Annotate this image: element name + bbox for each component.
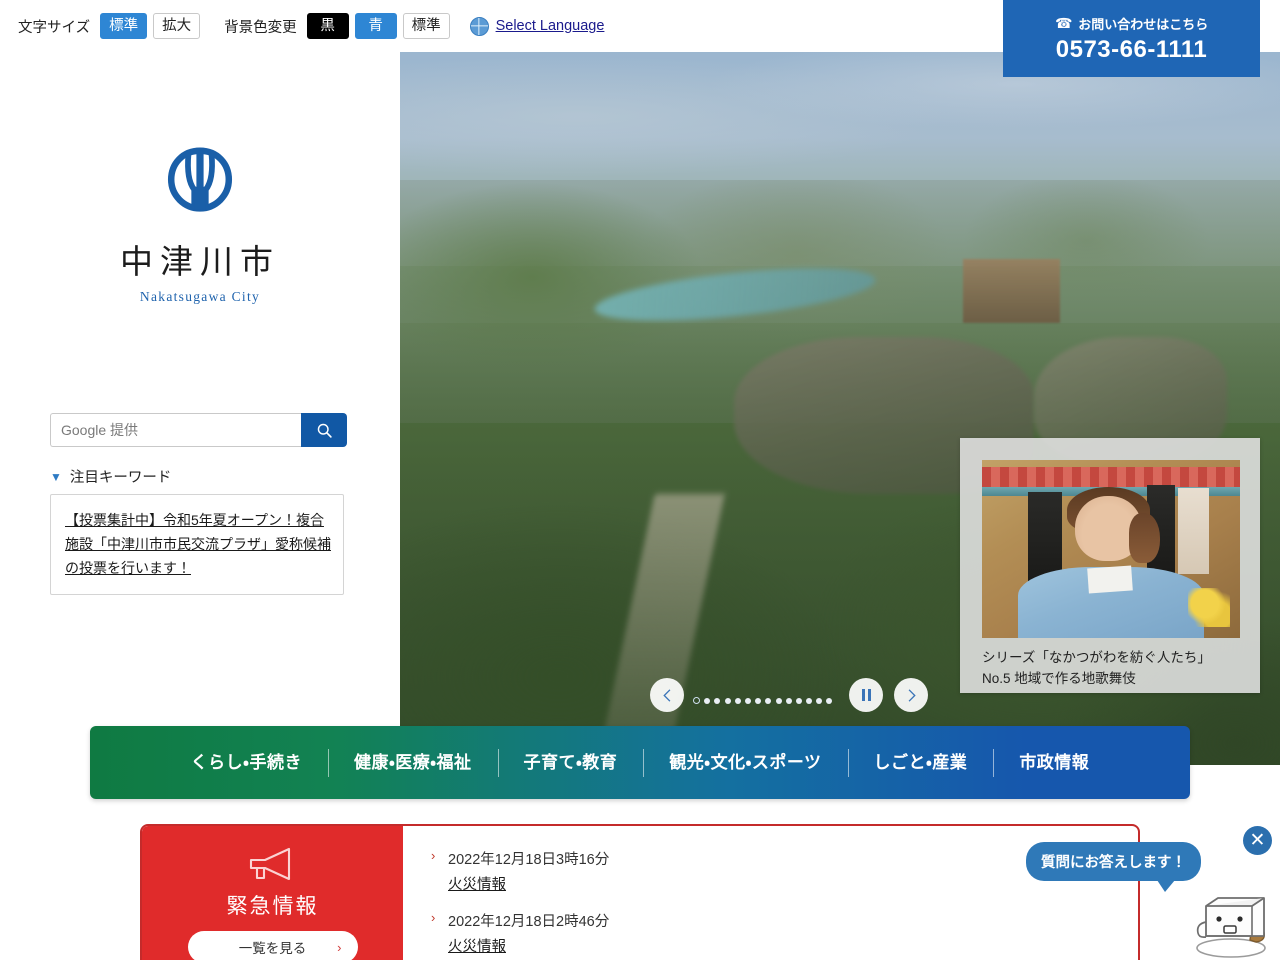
contact-heading: お問い合わせはこちら (1078, 16, 1209, 32)
chat-bubble[interactable]: 質問にお答えします！ (1026, 842, 1201, 892)
news-title-link[interactable]: 火災情報 (448, 935, 506, 956)
emergency-panel-header: 緊急情報 一覧を見る › (142, 826, 403, 960)
keyword-section-heading: ▼ 注目キーワード (50, 466, 171, 487)
select-language-label: Select Language (495, 18, 605, 34)
slideshow-dot-10[interactable] (785, 697, 792, 704)
hero-caption-line-1: シリーズ「なかつがわを紡ぐ人たち」 (982, 650, 1211, 665)
photo-person-collar (1086, 565, 1133, 594)
nakatsugawa-city-emblem-icon (167, 147, 233, 212)
tofu-mascot-icon (1196, 897, 1266, 958)
photo-roof-decor (982, 467, 1240, 487)
chevron-right-icon: › (431, 910, 436, 925)
search-input[interactable] (50, 413, 301, 447)
global-navigation: くらし・手続き 健康・医療・福祉 子育て・教育 観光・文化・スポーツ しごと・産業 市政情… (90, 726, 1190, 799)
gnav-item-3[interactable]: 観光・文化・スポーツ (643, 754, 847, 771)
gnav-item-1[interactable]: 健康・医療・福祉 (328, 754, 498, 771)
news-date: › 2022年12月18日2時46分 (431, 910, 610, 930)
site-name-en: Nakatsugawa City (139, 289, 261, 304)
hero-caption-card[interactable]: シリーズ「なかつがわを紡ぐ人たち」 No.5 地域で作る地歌舞伎 (960, 438, 1260, 693)
emergency-view-all-label: 一覧を見る (238, 941, 307, 956)
slideshow-dot-6[interactable] (744, 697, 751, 704)
page-root: 文字サイズ 標準 拡大 背景色変更 黒 青 標準 Select Language… (0, 0, 1280, 960)
hero-slideshow: シリーズ「なかつがわを紡ぐ人たち」 No.5 地域で作る地歌舞伎 (400, 52, 1280, 765)
gnav-item-5[interactable]: 市政情報 (993, 754, 1115, 771)
slideshow-dot-4[interactable] (724, 697, 731, 704)
triangle-down-icon: ▼ (50, 469, 62, 484)
keyword-box: 【投票集計中】令和5年夏オープン！複合施設「中津川市市民交流プラザ」愛称候補の投… (50, 494, 344, 596)
slideshow-dot-9[interactable] (775, 697, 782, 704)
slideshow-dot-12[interactable] (806, 697, 813, 704)
megaphone-icon (245, 844, 301, 884)
bg-color-black-button[interactable]: 黒 (306, 13, 349, 39)
bg-color-blue-button[interactable]: 青 (354, 13, 397, 39)
emergency-view-all-button[interactable]: 一覧を見る › (187, 931, 358, 960)
news-item: › 2022年12月18日2時46分火災情報 (427, 910, 1138, 956)
pause-icon (861, 689, 871, 701)
site-brand[interactable]: 中津川市 Nakatsugawa City (50, 145, 350, 305)
chat-close-button[interactable]: ✕ (1243, 826, 1272, 855)
slideshow-dot-5[interactable] (734, 697, 741, 704)
phone-icon: ☎ (1054, 15, 1073, 31)
bg-color-label: 背景色変更 (224, 19, 297, 36)
slideshow-dot-nav[interactable] (693, 697, 833, 704)
slideshow-next-button[interactable] (894, 678, 928, 712)
hero-caption-line-2: No.5 地域で作る地歌舞伎 (982, 670, 1136, 686)
slideshow-dot-8[interactable] (765, 697, 772, 704)
chevron-left-icon (662, 688, 670, 702)
slideshow-dot-11[interactable] (795, 697, 802, 704)
site-name-jp: 中津川市 (120, 242, 280, 281)
keyword-link[interactable]: 【投票集計中】令和5年夏オープン！複合施設「中津川市市民交流プラザ」愛称候補の投… (65, 508, 331, 580)
slideshow-dot-2[interactable] (704, 697, 711, 704)
gnav-item-0[interactable]: くらし・手続き (165, 754, 328, 771)
slideshow-prev-button[interactable] (650, 678, 684, 712)
photo-flower-decor (1188, 588, 1230, 628)
slideshow-pause-button[interactable] (849, 678, 883, 712)
hero-card-photo (982, 460, 1240, 638)
font-size-large-button[interactable]: 拡大 (153, 13, 201, 39)
news-title-link[interactable]: 火災情報 (448, 873, 506, 894)
slideshow-dot-13[interactable] (816, 697, 823, 704)
slideshow-dot-14[interactable] (826, 697, 833, 704)
contact-heading-row: ☎ お問い合わせはこちら (1055, 14, 1208, 33)
emergency-panel-title: 緊急情報 (226, 895, 319, 918)
slideshow-dot-7[interactable] (755, 697, 762, 704)
select-language-link[interactable]: Select Language (469, 16, 605, 36)
chevron-right-icon: › (431, 848, 436, 863)
slideshow-dot-3[interactable] (714, 697, 721, 704)
search-icon (317, 423, 332, 438)
bg-color-normal-button[interactable]: 標準 (402, 13, 450, 39)
slideshow-dot-1[interactable] (693, 697, 700, 704)
hero-structure-layer (963, 258, 1060, 323)
photo-right-panel-decor (1178, 488, 1210, 574)
photo-person-hair-side (1129, 513, 1160, 564)
font-size-label: 文字サイズ (18, 19, 91, 36)
gnav-item-4[interactable]: しごと・産業 (848, 754, 994, 771)
contact-phone-number: 0573-66-1111 (1055, 35, 1208, 63)
contact-badge[interactable]: ☎ お問い合わせはこちら 0573-66-1111 (1003, 0, 1260, 77)
chevron-right-icon: › (337, 939, 342, 955)
chevron-right-icon (908, 688, 916, 702)
chat-mascot[interactable] (1188, 890, 1274, 960)
font-size-normal-button[interactable]: 標準 (100, 13, 148, 39)
globe-icon (469, 16, 489, 36)
keyword-heading-label: 注目キーワード (69, 470, 172, 486)
search-submit-button[interactable] (301, 413, 347, 447)
emergency-info-panel: 緊急情報 一覧を見る › › 2022年12月18日3時16分 火災情報 › 2022年… (140, 824, 1140, 960)
emergency-news-list: › 2022年12月18日3時16分 火災情報 › 2022年12月18日2時46分 火災… (403, 826, 1138, 960)
site-search (50, 413, 347, 447)
gnav-item-2[interactable]: 子育て・教育 (498, 754, 644, 771)
hero-card-caption: シリーズ「なかつがわを紡ぐ人たち」 No.5 地域で作る地歌舞伎 (982, 648, 1240, 690)
